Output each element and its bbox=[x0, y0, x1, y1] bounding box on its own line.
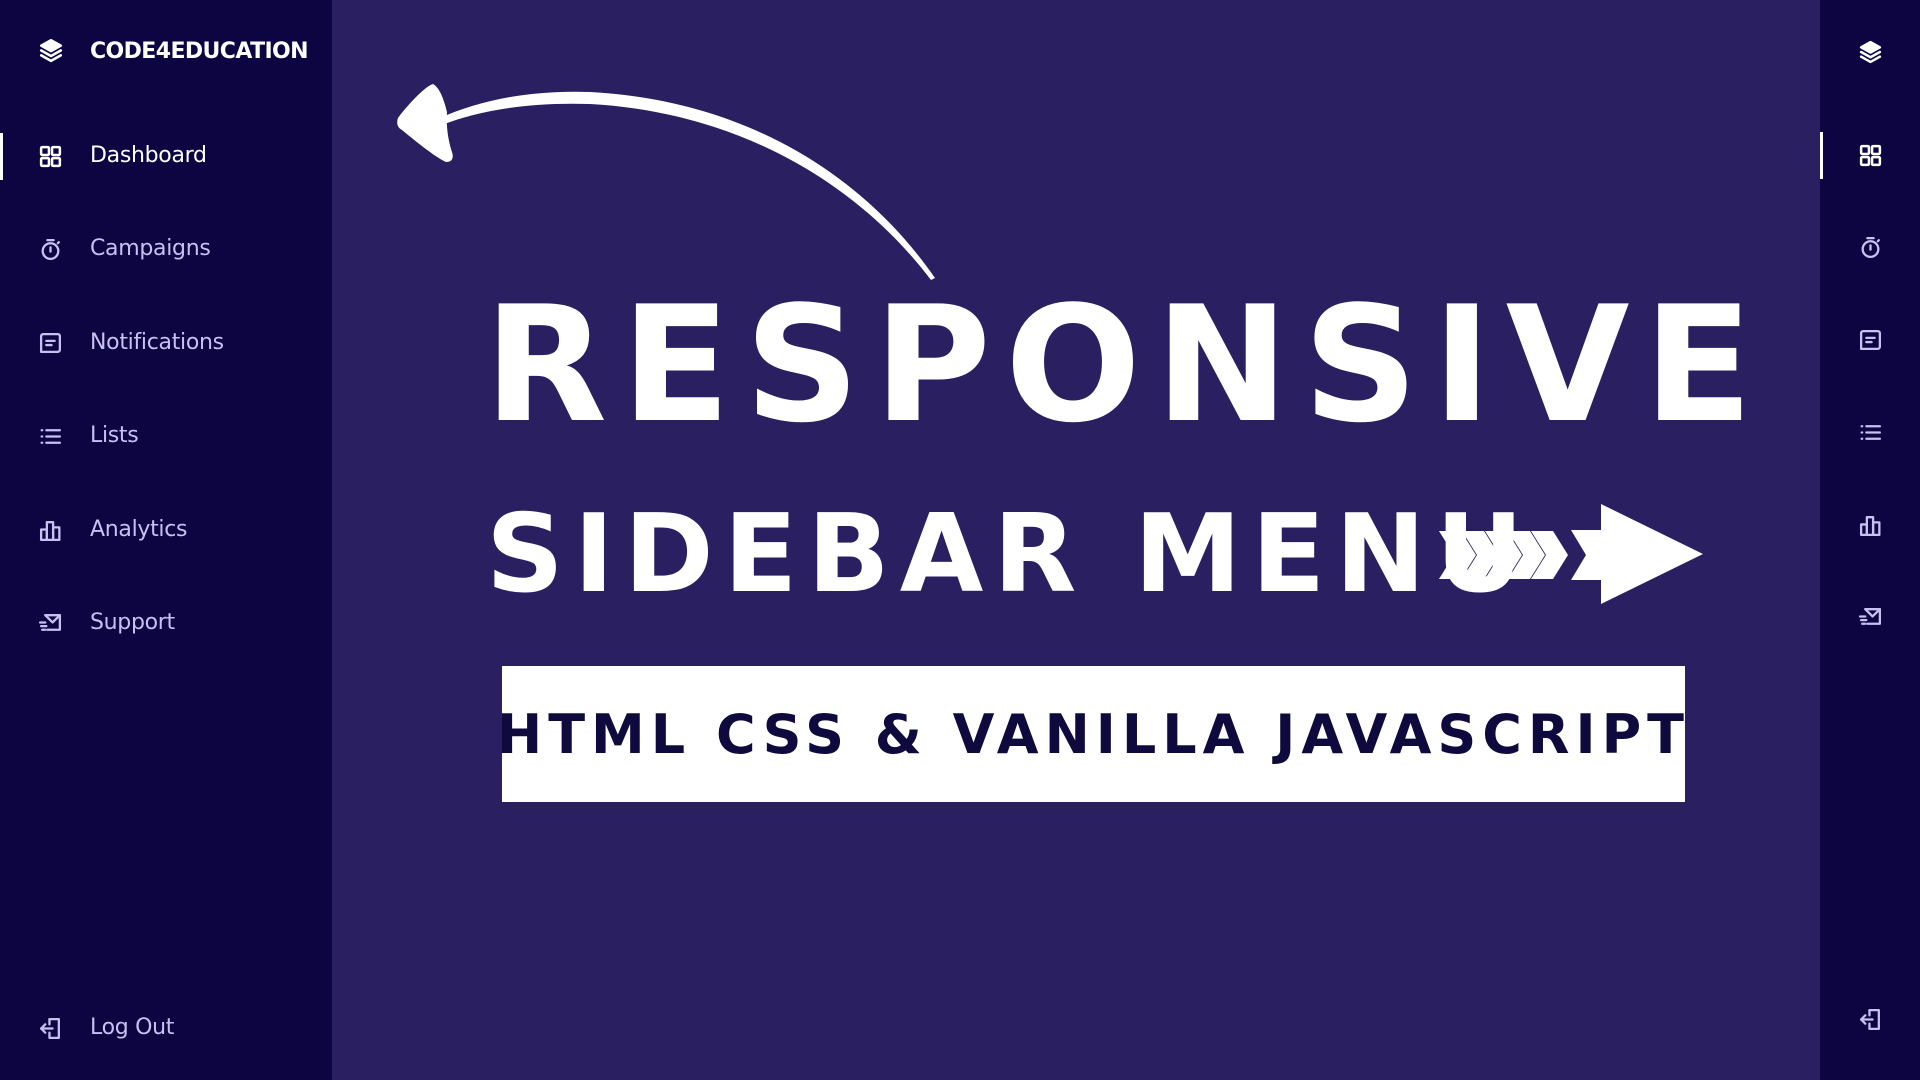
layers-icon bbox=[38, 37, 64, 63]
layers-icon bbox=[1858, 39, 1883, 64]
sidebar: CODE4EDUCATION Dashboard Campaigns Notif… bbox=[0, 0, 332, 1080]
rail-logout-button[interactable] bbox=[1820, 992, 1920, 1046]
rail-item-campaigns[interactable] bbox=[1820, 220, 1920, 274]
message-square-icon bbox=[38, 331, 63, 356]
active-indicator bbox=[0, 133, 3, 180]
grid-icon bbox=[1858, 143, 1883, 168]
list-icon bbox=[38, 424, 63, 449]
list-icon bbox=[1858, 420, 1883, 445]
brand[interactable]: CODE4EDUCATION bbox=[38, 36, 309, 64]
sidebar-item-campaigns[interactable]: Campaigns bbox=[0, 222, 332, 276]
rail-item-analytics[interactable] bbox=[1820, 498, 1920, 552]
brand-name: CODE4EDUCATION bbox=[90, 39, 309, 64]
bar-chart-icon bbox=[38, 518, 63, 543]
rail-brand[interactable] bbox=[1820, 24, 1920, 78]
sidebar-item-label: Lists bbox=[90, 423, 139, 448]
rail-item-dashboard[interactable] bbox=[1820, 128, 1920, 182]
sidebar-item-dashboard[interactable]: Dashboard bbox=[0, 129, 332, 183]
headline: RESPONSIVE bbox=[484, 271, 1767, 458]
sidebar-item-label: Dashboard bbox=[90, 143, 207, 168]
mail-send-icon bbox=[38, 611, 63, 636]
logout-icon bbox=[1858, 1007, 1883, 1032]
stopwatch-icon bbox=[38, 237, 63, 262]
bar-chart-icon bbox=[1858, 513, 1883, 538]
sidebar-item-label: Analytics bbox=[90, 517, 188, 542]
stopwatch-icon bbox=[1858, 235, 1883, 260]
sidebar-item-lists[interactable]: Lists bbox=[0, 409, 332, 463]
sidebar-item-support[interactable]: Support bbox=[0, 596, 332, 650]
collapsed-sidebar bbox=[1820, 0, 1920, 1080]
logout-icon bbox=[38, 1016, 63, 1041]
curved-arrow-icon bbox=[397, 84, 935, 280]
mail-send-icon bbox=[1858, 605, 1883, 630]
rail-item-notifications[interactable] bbox=[1820, 313, 1920, 367]
rail-item-support[interactable] bbox=[1820, 590, 1920, 644]
rail-item-lists[interactable] bbox=[1820, 405, 1920, 459]
message-square-icon bbox=[1858, 328, 1883, 353]
sidebar-item-notifications[interactable]: Notifications bbox=[0, 316, 332, 370]
tagline: HTML CSS & VANILLA JAVASCRIPT bbox=[497, 702, 1691, 766]
grid-icon bbox=[38, 144, 63, 169]
sidebar-item-label: Notifications bbox=[90, 330, 224, 355]
tagline-box: HTML CSS & VANILLA JAVASCRIPT bbox=[497, 666, 1685, 802]
logout-label: Log Out bbox=[90, 1015, 175, 1040]
active-indicator bbox=[1820, 132, 1823, 179]
sidebar-item-label: Campaigns bbox=[90, 236, 211, 261]
sidebar-item-analytics[interactable]: Analytics bbox=[0, 503, 332, 557]
subheadline: SIDEBAR MENU bbox=[486, 492, 1534, 617]
sidebar-item-label: Support bbox=[90, 610, 175, 635]
logout-button[interactable]: Log Out bbox=[0, 1001, 332, 1055]
